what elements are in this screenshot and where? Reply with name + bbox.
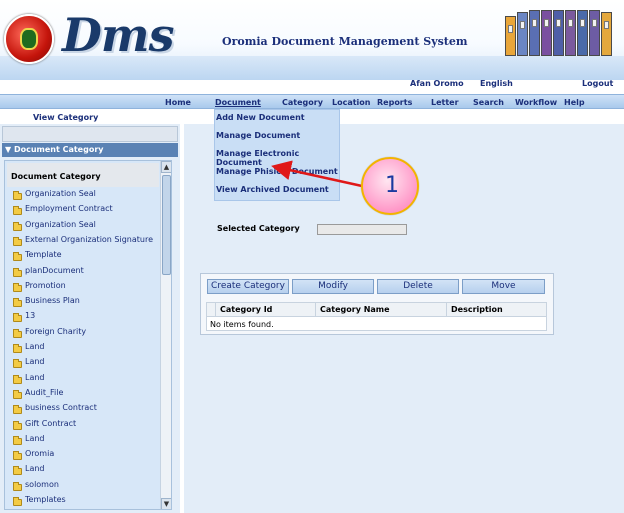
annotation-callout: 1 — [361, 157, 419, 215]
annotation-number: 1 — [385, 173, 399, 198]
annotation-arrow — [271, 160, 363, 188]
